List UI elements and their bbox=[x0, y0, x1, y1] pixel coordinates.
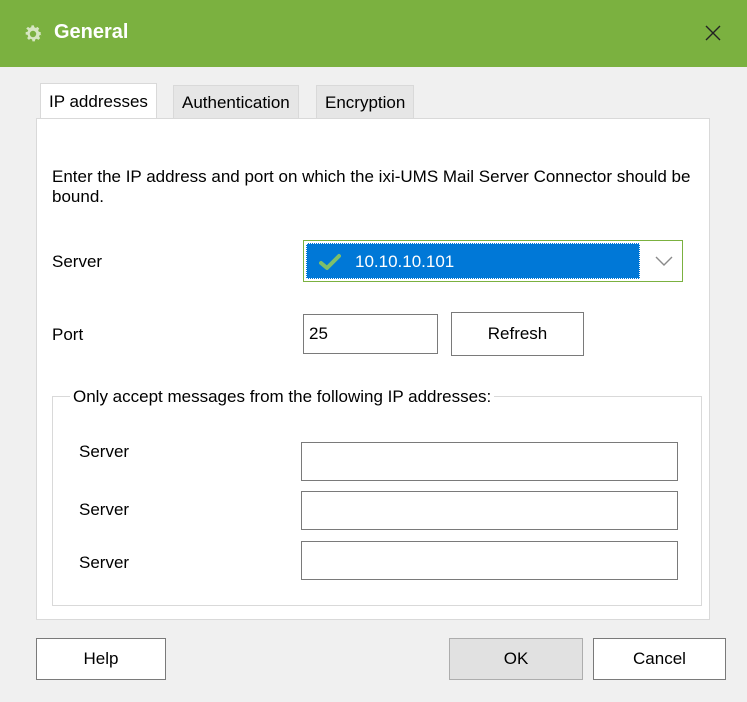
accept-server-label-2: Server bbox=[79, 500, 130, 519]
accept-server-input-2[interactable] bbox=[301, 491, 678, 530]
gear-icon bbox=[25, 25, 42, 42]
description-text: Enter the IP address and port on which t… bbox=[52, 167, 691, 206]
tab-ip-addresses[interactable]: IP addresses bbox=[40, 83, 157, 118]
accept-server-input-1[interactable] bbox=[301, 442, 678, 481]
accept-server-label-1: Server bbox=[79, 442, 130, 461]
server-select[interactable]: 10.10.10.101 bbox=[303, 240, 683, 282]
title-bar: General bbox=[0, 0, 747, 67]
tab-encryption[interactable]: Encryption bbox=[316, 85, 415, 118]
selected-option: 10.10.10.101 bbox=[306, 243, 640, 279]
port-input[interactable]: 25 bbox=[303, 314, 438, 354]
port-label: Port bbox=[52, 325, 84, 344]
server-value: 10.10.10.101 bbox=[355, 252, 455, 271]
tab-authentication[interactable]: Authentication bbox=[173, 85, 299, 118]
refresh-button[interactable]: Refresh bbox=[451, 312, 584, 356]
chevron-down-icon bbox=[655, 256, 673, 266]
server-label: Server bbox=[52, 252, 103, 271]
accept-group-legend: Only accept messages from the following … bbox=[70, 387, 495, 407]
cancel-button[interactable]: Cancel bbox=[593, 638, 726, 680]
ok-button[interactable]: OK bbox=[449, 638, 583, 680]
window-title: General bbox=[54, 21, 129, 43]
accept-server-input-3[interactable] bbox=[301, 541, 678, 580]
close-button[interactable] bbox=[700, 20, 726, 46]
check-icon bbox=[319, 254, 341, 270]
port-value: 25 bbox=[309, 324, 328, 343]
help-button[interactable]: Help bbox=[36, 638, 166, 680]
close-icon bbox=[705, 25, 721, 41]
accept-server-label-3: Server bbox=[79, 553, 130, 572]
